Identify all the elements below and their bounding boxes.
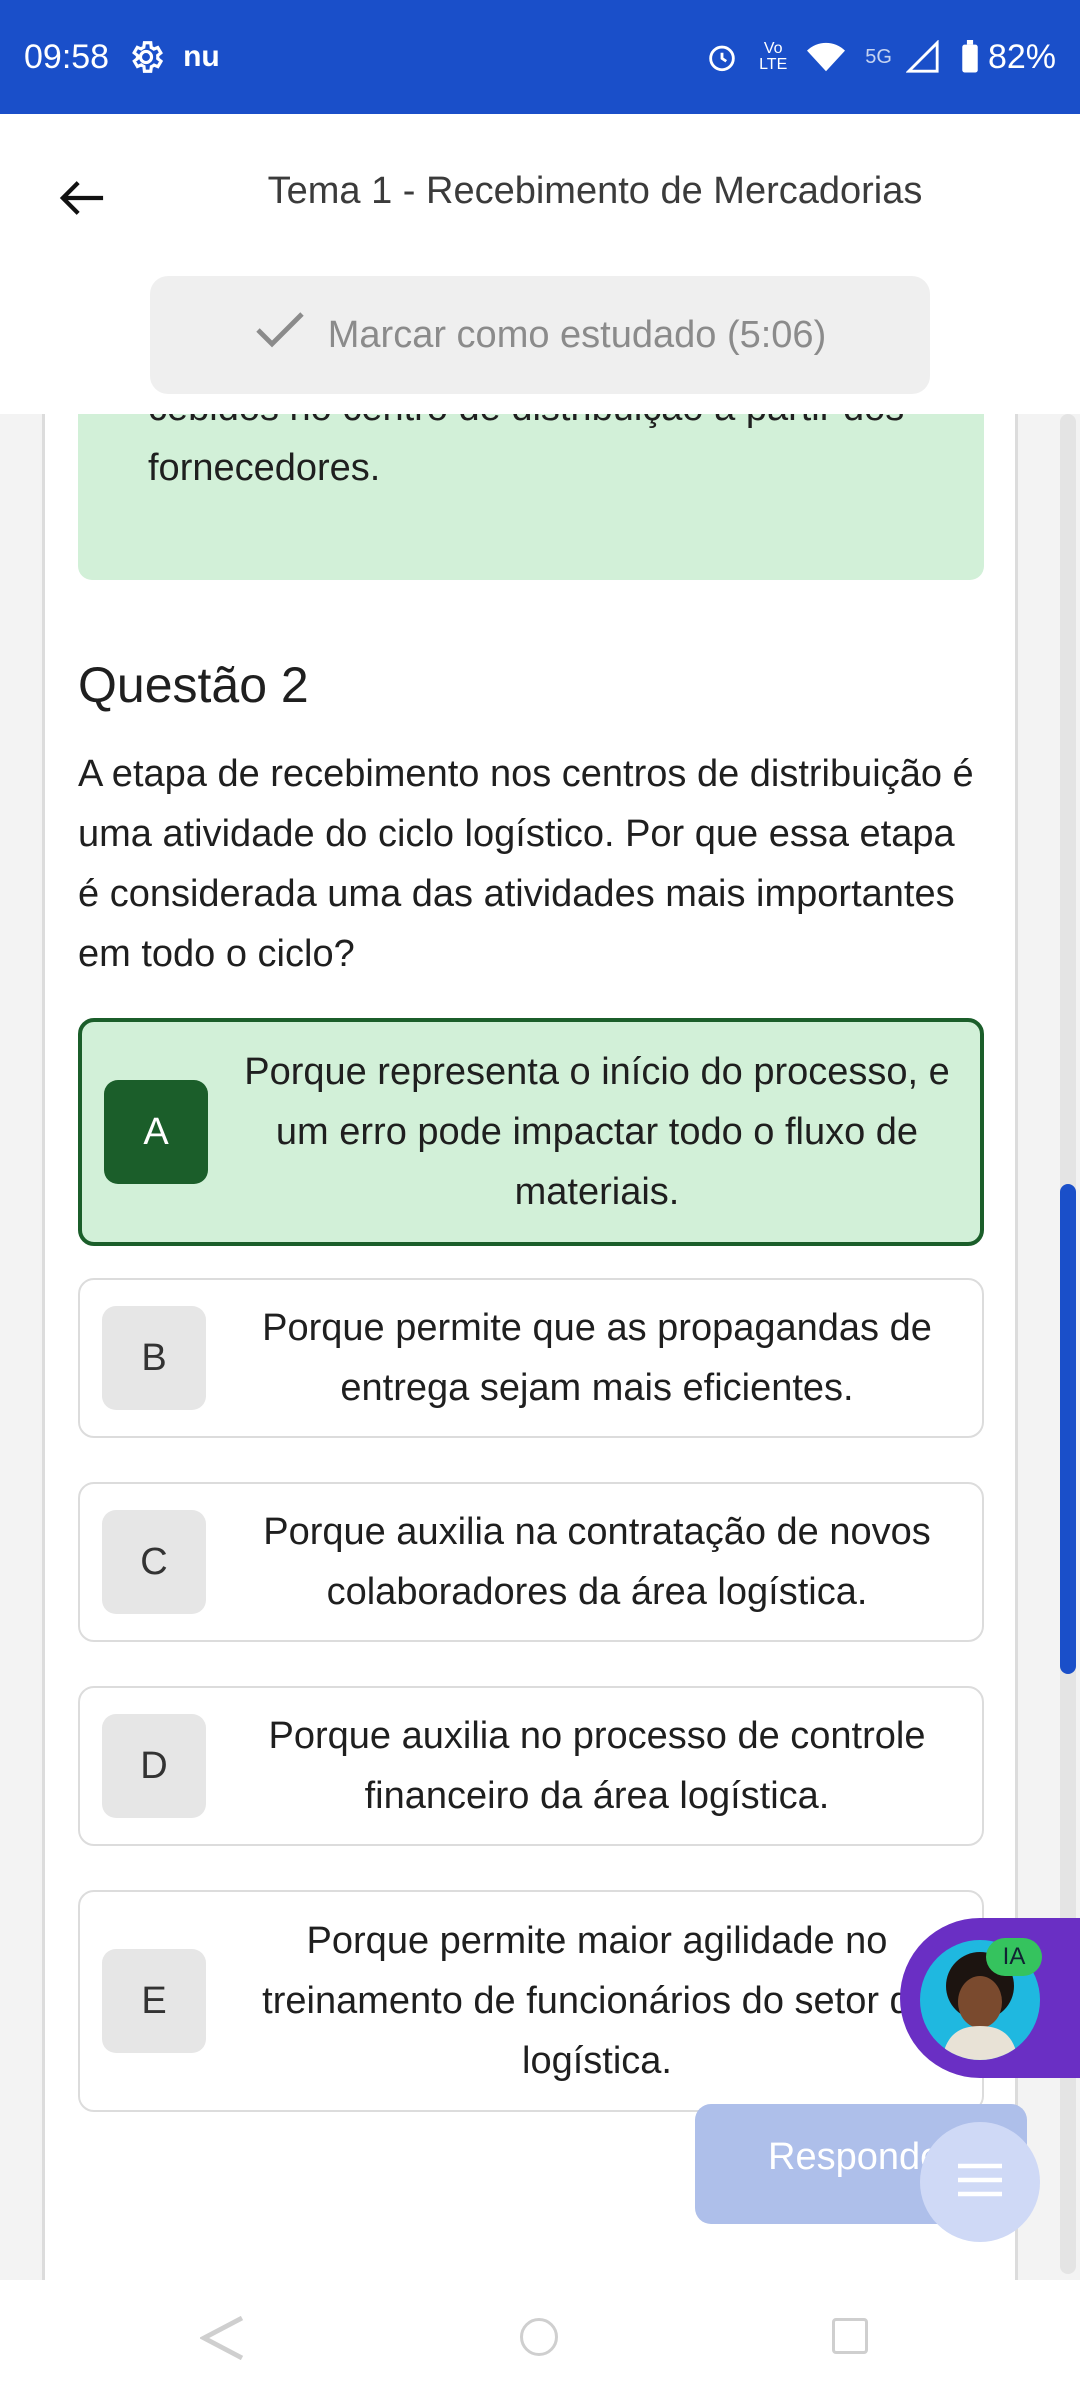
option-text: Porque representa o início do processo, … <box>244 1051 950 1213</box>
option-text: Porque auxilia na contratação de novos c… <box>263 1511 931 1613</box>
wifi-icon <box>807 42 846 72</box>
signal-icon <box>905 40 940 74</box>
option-letter: A <box>104 1080 208 1184</box>
nav-back-icon[interactable] <box>198 2315 246 2365</box>
option-c[interactable]: C Porque auxilia na contratação de novos… <box>78 1482 984 1642</box>
option-text: Porque permite que as propagandas de ent… <box>262 1307 932 1409</box>
option-letter: B <box>102 1306 206 1410</box>
option-letter: E <box>102 1949 206 2053</box>
hamburger-menu-icon <box>954 2160 1006 2205</box>
option-e[interactable]: E Porque permite maior agilidade no trei… <box>78 1890 984 2112</box>
option-b[interactable]: B Porque permite que as propagandas de e… <box>78 1278 984 1438</box>
checkmark-icon <box>254 310 306 360</box>
question-card: cebidos no centro de distribuição a part… <box>42 414 1027 2280</box>
volte-icon: Vo LTE <box>759 40 788 73</box>
mark-studied-label: Marcar como estudado (5:06) <box>327 313 827 356</box>
battery-icon <box>960 40 980 74</box>
back-arrow-icon[interactable] <box>52 168 112 228</box>
scrollbar-thumb[interactable] <box>1060 1184 1076 1674</box>
ai-badge: IA <box>986 1938 1042 1976</box>
question-title: Questão 2 <box>78 657 309 713</box>
option-a[interactable]: A Porque representa o início do processo… <box>78 1018 984 1246</box>
settings-gear-icon <box>127 38 165 76</box>
alarm-icon <box>705 40 739 74</box>
network-type: 5G <box>865 45 892 68</box>
nav-recents-icon[interactable] <box>832 2318 868 2354</box>
page-title: Tema 1 - Recebimento de Mercadorias <box>267 170 923 212</box>
status-bar: 09:58 nu Vo LTE 5G 82% <box>0 0 1080 114</box>
status-time: 09:58 <box>24 37 110 76</box>
nu-app-icon: nu <box>183 40 220 73</box>
feedback-text: cebidos no centro de distribuição a part… <box>148 414 904 489</box>
option-letter: D <box>102 1714 206 1818</box>
option-text: Porque permite maior agilidade no treina… <box>262 1920 932 2082</box>
nav-home-icon[interactable] <box>520 2318 558 2356</box>
feedback-box: cebidos no centro de distribuição a part… <box>78 414 984 580</box>
option-letter: C <box>102 1510 206 1614</box>
option-text: Porque auxilia no processo de controle f… <box>268 1715 926 1817</box>
mark-studied-button[interactable]: Marcar como estudado (5:06) <box>150 276 930 394</box>
option-d[interactable]: D Porque auxilia no processo de controle… <box>78 1686 984 1846</box>
battery-level: 82% <box>987 37 1056 76</box>
menu-button[interactable] <box>920 2122 1040 2242</box>
question-text: A etapa de recebimento nos centros de di… <box>78 753 974 975</box>
